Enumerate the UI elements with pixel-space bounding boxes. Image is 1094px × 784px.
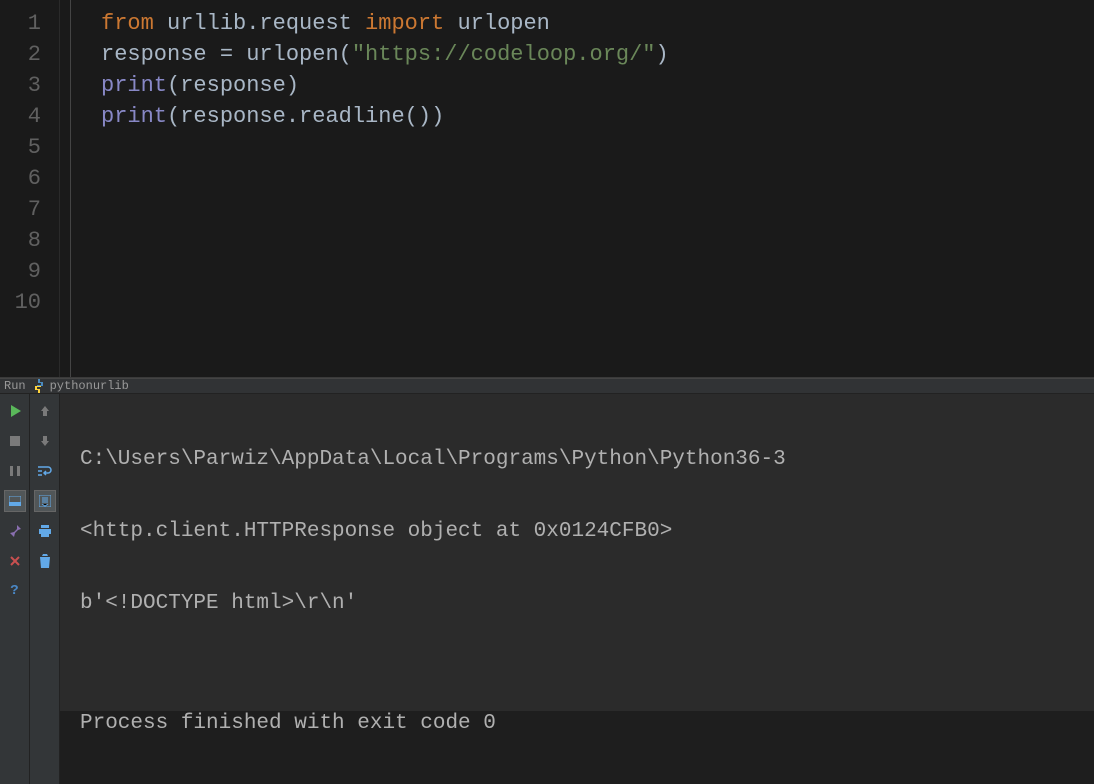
- line-number: 2: [0, 39, 41, 70]
- line-number: 8: [0, 225, 41, 256]
- console-line: Process finished with exit code 0: [80, 712, 1094, 736]
- line-number: 10: [0, 287, 41, 318]
- line-number: 6: [0, 163, 41, 194]
- line-number: 7: [0, 194, 41, 225]
- scroll-button[interactable]: [34, 490, 56, 512]
- run-button[interactable]: [4, 400, 26, 422]
- trash-button[interactable]: [34, 550, 56, 572]
- console-output[interactable]: C:\Users\Parwiz\AppData\Local\Programs\P…: [60, 394, 1094, 784]
- code-line: print(response): [101, 70, 1094, 101]
- help-button[interactable]: ?: [4, 580, 26, 602]
- line-number: 1: [0, 8, 41, 39]
- run-panel: Run pythonurlib ?: [0, 378, 1094, 711]
- close-button[interactable]: [4, 550, 26, 572]
- code-line: print(response.readline()): [101, 101, 1094, 132]
- run-toolbar-right: [30, 394, 60, 784]
- console-line: <http.client.HTTPResponse object at 0x01…: [80, 520, 1094, 544]
- pause-button[interactable]: [4, 460, 26, 482]
- run-toolbar-left: ?: [0, 394, 30, 784]
- pin-button[interactable]: [4, 520, 26, 542]
- wrap-button[interactable]: [34, 460, 56, 482]
- run-body: ? C:\Users\Parwiz\AppData\Local\Prog: [0, 394, 1094, 784]
- down-arrow-button[interactable]: [34, 430, 56, 452]
- code-editor[interactable]: 1 2 3 4 5 6 7 8 9 10 from urllib.request…: [0, 0, 1094, 378]
- code-content[interactable]: from urllib.request import urlopen respo…: [70, 0, 1094, 377]
- line-gutter: 1 2 3 4 5 6 7 8 9 10: [0, 0, 60, 377]
- console-line: b'<!DOCTYPE html>\r\n': [80, 592, 1094, 616]
- line-number: 9: [0, 256, 41, 287]
- layout-button[interactable]: [4, 490, 26, 512]
- code-line: response = urlopen("https://codeloop.org…: [101, 39, 1094, 70]
- line-number: 5: [0, 132, 41, 163]
- console-line: C:\Users\Parwiz\AppData\Local\Programs\P…: [80, 448, 1094, 472]
- python-icon: [32, 379, 46, 393]
- code-line: from urllib.request import urlopen: [101, 8, 1094, 39]
- line-number: 3: [0, 70, 41, 101]
- run-label: Run: [4, 379, 26, 393]
- line-number: 4: [0, 101, 41, 132]
- run-tab-name[interactable]: pythonurlib: [50, 379, 129, 393]
- print-button[interactable]: [34, 520, 56, 542]
- up-arrow-button[interactable]: [34, 400, 56, 422]
- stop-button[interactable]: [4, 430, 26, 452]
- run-panel-header: Run pythonurlib: [0, 378, 1094, 394]
